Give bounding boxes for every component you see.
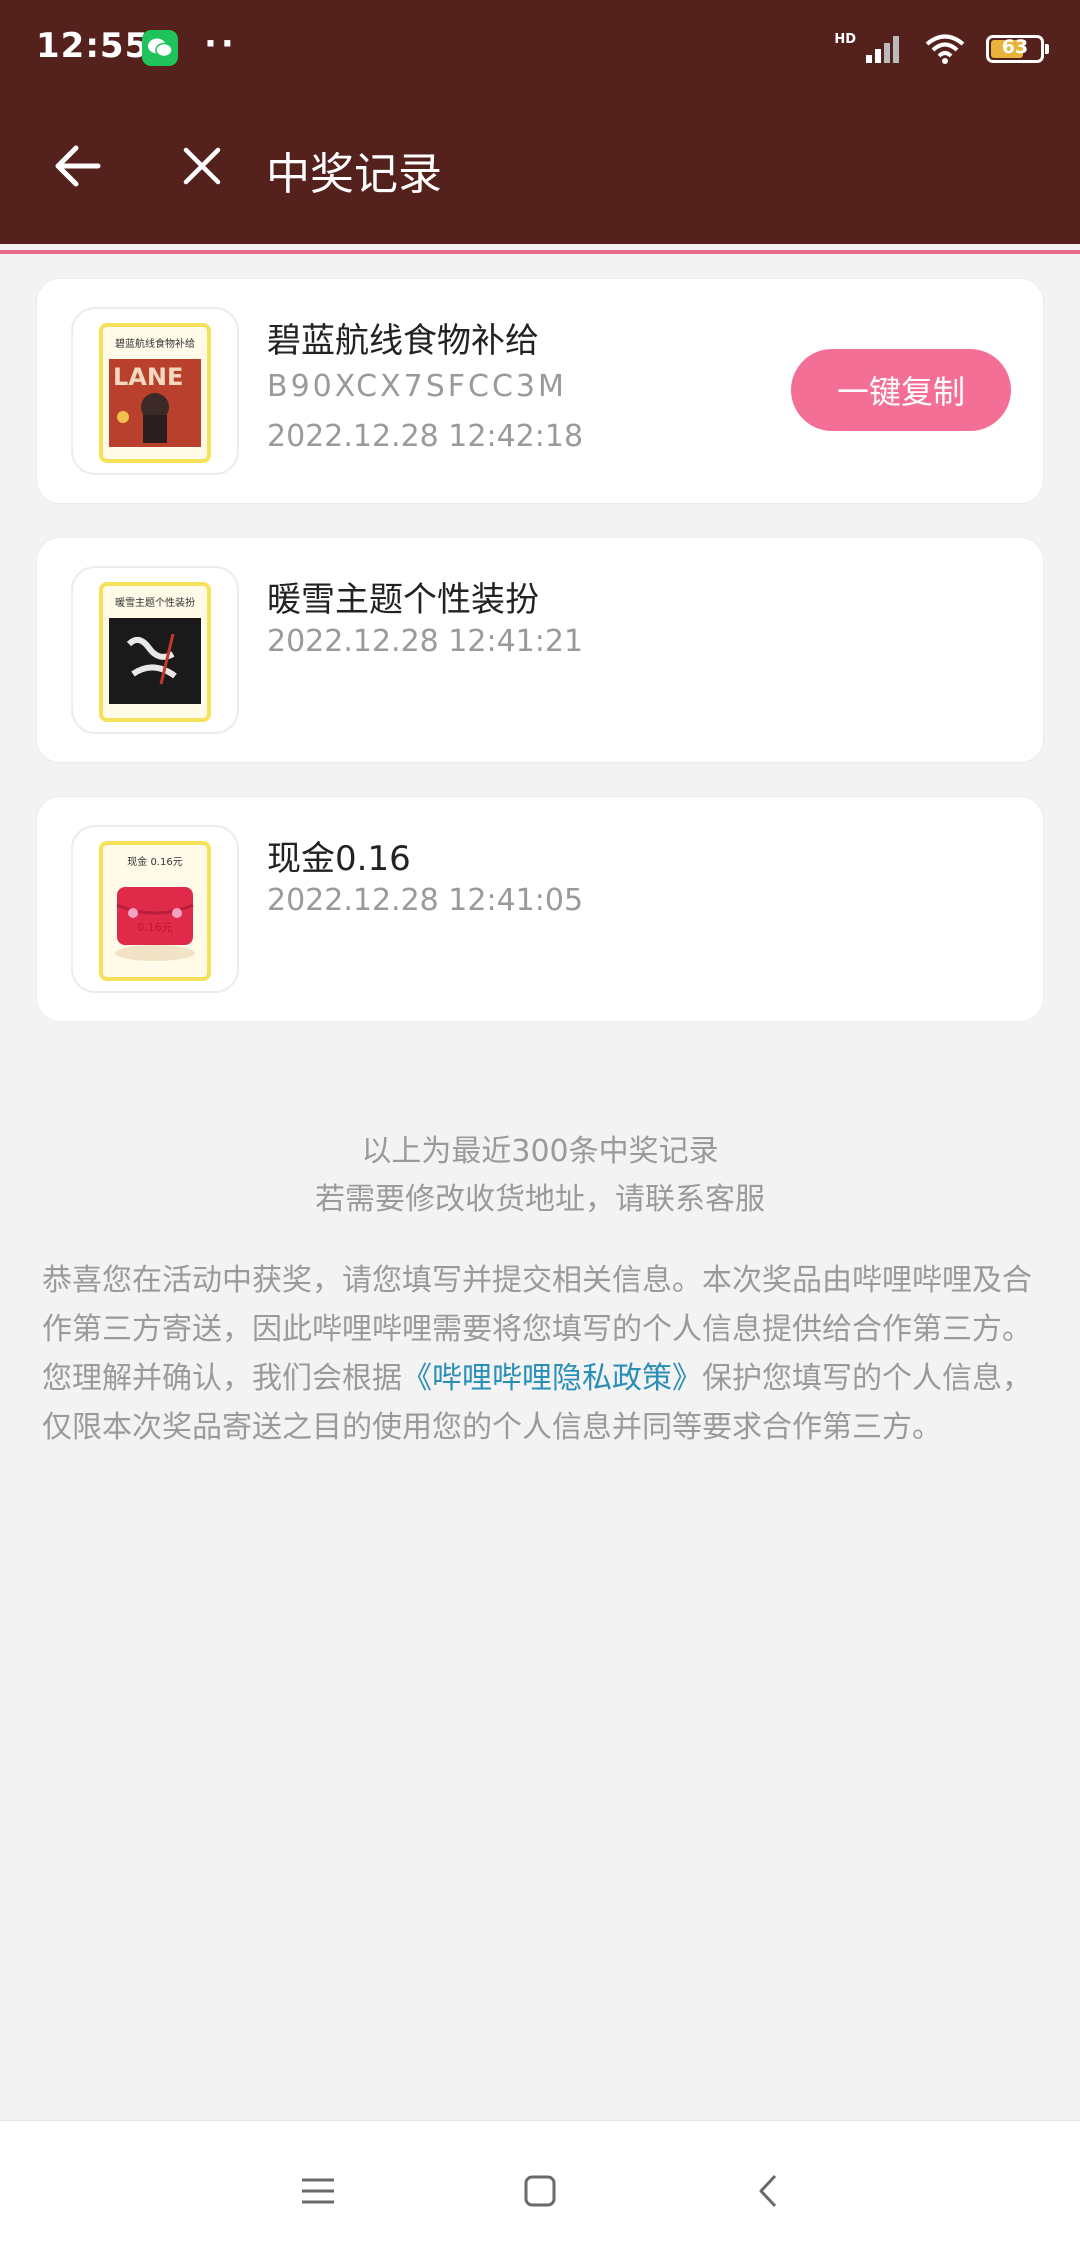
prize-thumbnail: 现金 0.16元 0.16元: [71, 825, 239, 993]
disclaimer-paragraph: 您理解并确认，我们会根据《哔哩哔哩隐私政策》保护您填写的个人信息，仅限本次奖品寄…: [42, 1354, 1038, 1452]
svg-text:LANE: LANE: [113, 363, 183, 391]
red-envelope-icon: 现金 0.16元 0.16元: [99, 841, 211, 981]
menu-button[interactable]: [298, 2171, 338, 2211]
redeem-code: B90XCX7SFCC3M: [267, 369, 567, 404]
home-icon: [524, 2175, 556, 2207]
page-title: 中奖记录: [266, 149, 442, 200]
game-poster-icon: 碧蓝航线食物补给 LANE: [99, 323, 211, 463]
prize-time: 2022.12.28 12:41:05: [267, 883, 584, 918]
prize-name: 现金0.16: [267, 839, 411, 879]
prize-record-card: 现金 0.16元 0.16元 现金0.16 2022.12.28 12:41:0…: [36, 796, 1044, 1022]
system-back-button[interactable]: [748, 2171, 788, 2211]
arrow-left-icon: [55, 145, 101, 187]
privacy-disclaimer: 恭喜您在活动中获奖，请您填写并提交相关信息。本次奖品由哔哩哔哩及合作第三方寄送，…: [42, 1256, 1038, 1452]
wifi-icon: [925, 34, 965, 64]
home-button[interactable]: [520, 2171, 560, 2211]
close-icon: [183, 147, 221, 185]
disclaimer-text: 您理解并确认，我们会根据: [42, 1361, 402, 1396]
menu-icon: [302, 2178, 334, 2204]
battery-icon: 63: [986, 35, 1049, 63]
prize-time: 2022.12.28 12:41:21: [267, 624, 584, 659]
back-button[interactable]: [48, 136, 108, 196]
back-icon: [759, 2174, 777, 2208]
wechat-icon: [142, 30, 178, 66]
privacy-policy-link[interactable]: 《哔哩哔哩隐私政策》: [402, 1361, 702, 1396]
battery-level: 63: [1001, 36, 1029, 58]
status-icons: HD 63: [834, 26, 1049, 72]
contact-service-note: 若需要修改收货地址，请联系客服: [315, 1182, 765, 1217]
theme-poster-icon: 暖雪主题个性装扮: [99, 582, 211, 722]
prize-time: 2022.12.28 12:42:18: [267, 419, 584, 454]
record-limit-note: 以上为最近300条中奖记录: [361, 1134, 719, 1169]
prize-name: 碧蓝航线食物补给: [267, 321, 539, 361]
status-time: 12:55: [36, 26, 150, 66]
more-notifications-icon: ··: [204, 24, 238, 64]
prize-record-card: 暖雪主题个性装扮 暖雪主题个性装扮 2022.12.28 12:41:21: [36, 537, 1044, 763]
network-label: HD: [834, 31, 856, 47]
signal-icon: [866, 36, 899, 63]
disclaimer-paragraph: 恭喜您在活动中获奖，请您填写并提交相关信息。本次奖品由哔哩哔哩及合作第三方寄送，…: [42, 1263, 1032, 1347]
header-divider: [0, 244, 1080, 254]
prize-record-card: 碧蓝航线食物补给 LANE 碧蓝航线食物补给 B90XCX7SFCC3M 202…: [36, 278, 1044, 504]
app-header: 12:55 ·· HD 63 中奖记录: [0, 0, 1080, 244]
prize-thumbnail: 碧蓝航线食物补给 LANE: [71, 307, 239, 475]
envelope-amount: 0.16元: [137, 921, 173, 934]
prize-thumbnail: 暖雪主题个性装扮: [71, 566, 239, 734]
close-button[interactable]: [172, 136, 232, 196]
system-nav-bar: [0, 2120, 1080, 2249]
prize-name: 暖雪主题个性装扮: [267, 580, 539, 620]
copy-code-button[interactable]: 一键复制: [791, 349, 1011, 431]
